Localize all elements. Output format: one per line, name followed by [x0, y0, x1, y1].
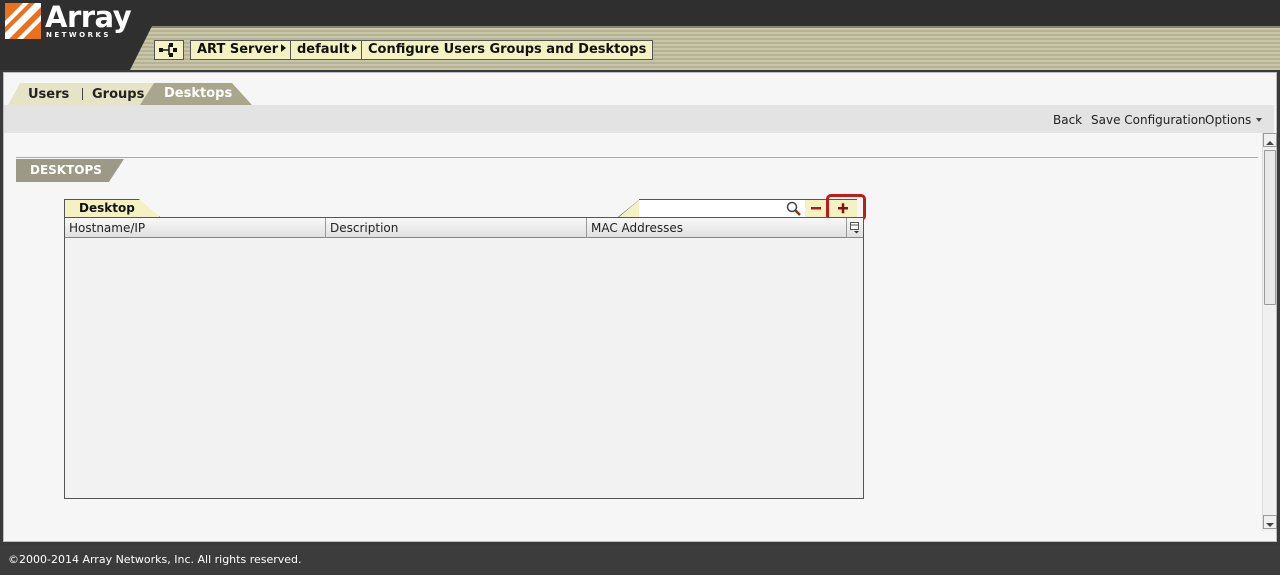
brand-name: Array — [45, 0, 132, 34]
content-frame: Users Groups Desktops Back Save Configur… — [3, 72, 1277, 542]
scroll-down-button[interactable] — [1263, 515, 1277, 529]
action-toolbar: Back Save Configuration Options — [4, 105, 1274, 133]
chevron-right-icon — [281, 44, 287, 52]
copyright-text: ©2000-2014 Array Networks, Inc. All righ… — [8, 553, 302, 566]
breadcrumb-label: ART Server — [197, 42, 279, 57]
desktop-grid: Hostname/IP Description MAC Addresses — [64, 217, 864, 499]
breadcrumb-configure[interactable]: Configure Users Groups and Desktops — [361, 40, 654, 60]
array-logo-icon — [5, 3, 41, 39]
brand-logo: Array NETWORKS — [0, 0, 150, 44]
section-title: DESKTOPS — [16, 159, 124, 182]
top-header: Array NETWORKS ART Server default Config… — [0, 0, 1280, 70]
tab-desktops[interactable]: Desktops — [164, 86, 232, 101]
vertical-scrollbar[interactable] — [1262, 133, 1277, 531]
search-button[interactable] — [783, 199, 805, 217]
options-label: Options — [1205, 113, 1252, 127]
grid-tab-desktop[interactable]: Desktop — [64, 199, 160, 217]
tab-strip: Users Groups Desktops — [8, 83, 254, 105]
breadcrumb-art-server[interactable]: ART Server — [190, 40, 294, 60]
tab-divider — [82, 88, 83, 100]
options-menu[interactable]: Options — [1205, 113, 1263, 127]
breadcrumb-default[interactable]: default — [290, 40, 365, 60]
footer: ©2000-2014 Array Networks, Inc. All righ… — [0, 545, 1280, 575]
scroll-thumb[interactable] — [1264, 150, 1276, 305]
tab-bar: Users Groups Desktops — [4, 83, 1274, 105]
grid-header: Hostname/IP Description MAC Addresses — [65, 218, 863, 238]
breadcrumb-label: Configure Users Groups and Desktops — [368, 42, 647, 57]
tab-groups[interactable]: Groups — [92, 87, 144, 102]
scroll-up-button[interactable] — [1263, 133, 1277, 147]
column-mac-addresses[interactable]: MAC Addresses — [587, 218, 847, 238]
chevron-right-icon — [352, 44, 358, 52]
column-menu-icon — [850, 222, 859, 234]
breadcrumb: ART Server default Configure Users Group… — [130, 26, 1280, 70]
magnifier-icon — [786, 201, 801, 216]
remove-button[interactable] — [805, 199, 827, 217]
section-divider — [16, 157, 1258, 158]
tab-users[interactable]: Users — [28, 87, 69, 102]
minus-icon — [811, 207, 821, 210]
back-link[interactable]: Back — [1053, 113, 1082, 127]
arrow-up-icon — [1266, 141, 1274, 145]
caret-down-icon — [1256, 118, 1263, 122]
save-configuration-link[interactable]: Save Configuration — [1091, 113, 1206, 127]
brand-subtitle: NETWORKS — [46, 31, 111, 39]
hierarchy-icon[interactable] — [154, 40, 184, 60]
column-hostname[interactable]: Hostname/IP — [65, 218, 326, 238]
column-description[interactable]: Description — [326, 218, 587, 238]
breadcrumb-label: default — [297, 42, 350, 57]
search-input[interactable] — [639, 199, 783, 217]
arrow-down-icon — [1266, 523, 1274, 527]
column-menu-button[interactable] — [847, 218, 863, 238]
